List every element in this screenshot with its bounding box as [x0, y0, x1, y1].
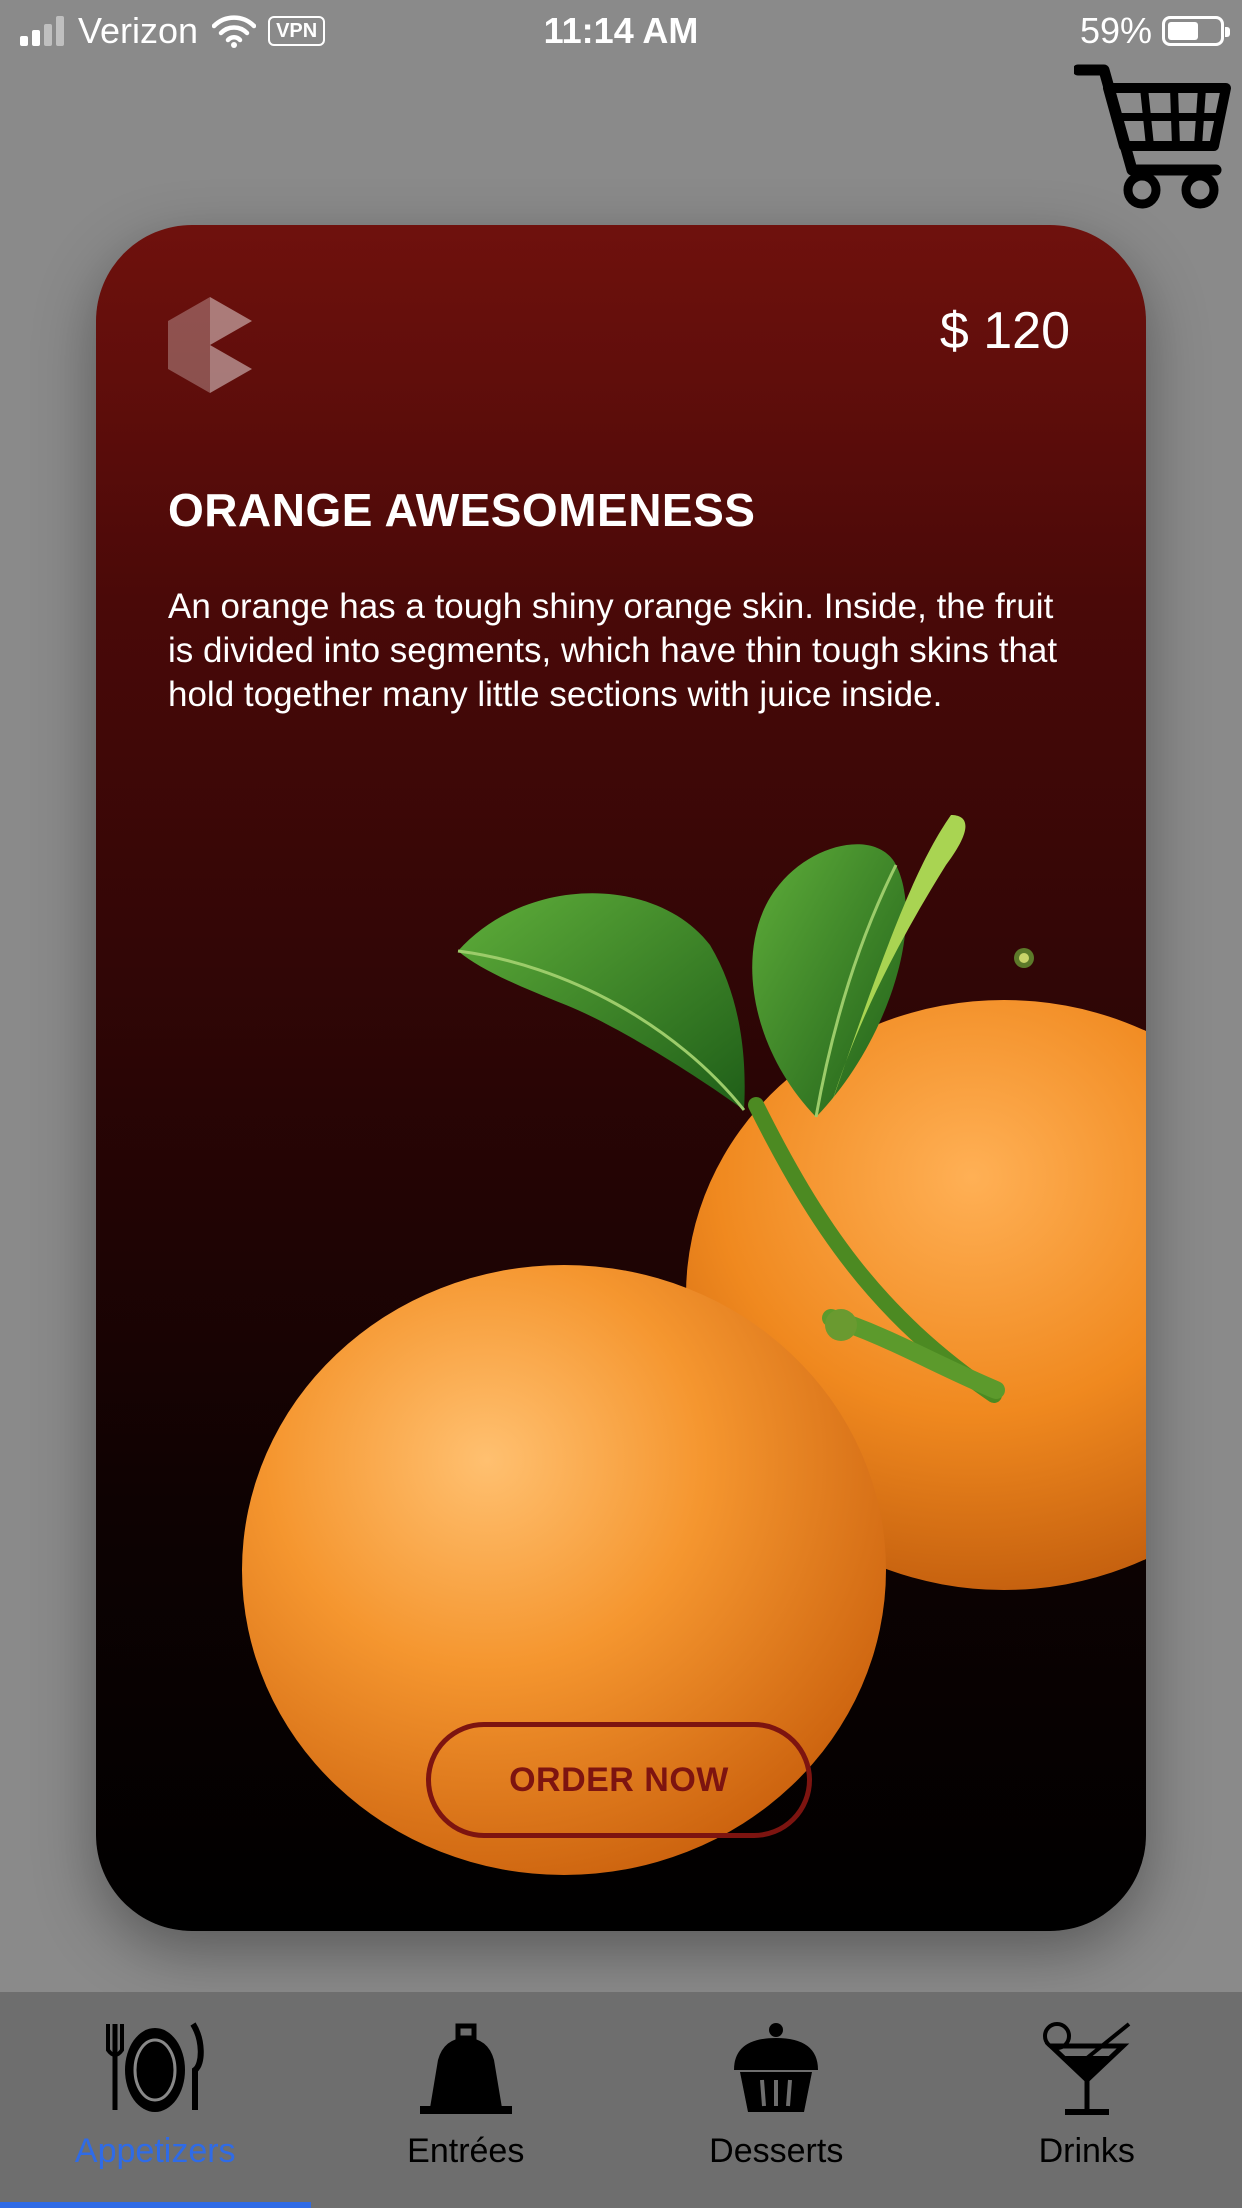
cupcake-icon: [734, 2023, 819, 2112]
shopping-cart-icon[interactable]: [1074, 60, 1234, 212]
dish-title: ORANGE AWESOMENESS: [168, 484, 756, 536]
tab-drinks[interactable]: Drinks: [932, 1992, 1242, 2208]
status-bar: Verizon VPN 11:14 AM 59%: [0, 0, 1242, 62]
oranges-illustration: [242, 815, 1146, 1875]
tab-label: Appetizers: [74, 2132, 236, 2170]
tab-label: Desserts: [709, 2132, 844, 2170]
battery-icon: [1162, 16, 1230, 46]
tab-label: Entrées: [407, 2132, 525, 2170]
active-tab-indicator: [0, 2202, 311, 2208]
menu-item-card[interactable]: $ 120 ORANGE AWESOMENESS An orange has a…: [96, 225, 1146, 1931]
cloche-icon: [419, 2023, 512, 2114]
tab-desserts[interactable]: Desserts: [621, 1992, 932, 2208]
order-now-button[interactable]: ORDER NOW: [426, 1722, 812, 1838]
plate-utensils-icon: [106, 2022, 204, 2112]
brand-logo-icon: [168, 297, 252, 393]
tab-bar: Appetizers Entrées Desserts Drinks: [0, 1992, 1242, 2208]
battery-fill: [1168, 22, 1198, 40]
status-time: 11:14 AM: [543, 10, 699, 51]
tab-appetizers[interactable]: Appetizers: [0, 1992, 311, 2208]
dish-description: An orange has a tough shiny orange skin.…: [168, 587, 1058, 714]
tab-label: Drinks: [1038, 2132, 1135, 2170]
cocktail-icon: [1042, 2022, 1131, 2115]
tab-entrees[interactable]: Entrées: [311, 1992, 622, 2208]
battery-percent: 59%: [1079, 10, 1152, 51]
status-right: 59%: [1079, 8, 1230, 54]
price-label: $ 120: [939, 302, 1070, 360]
